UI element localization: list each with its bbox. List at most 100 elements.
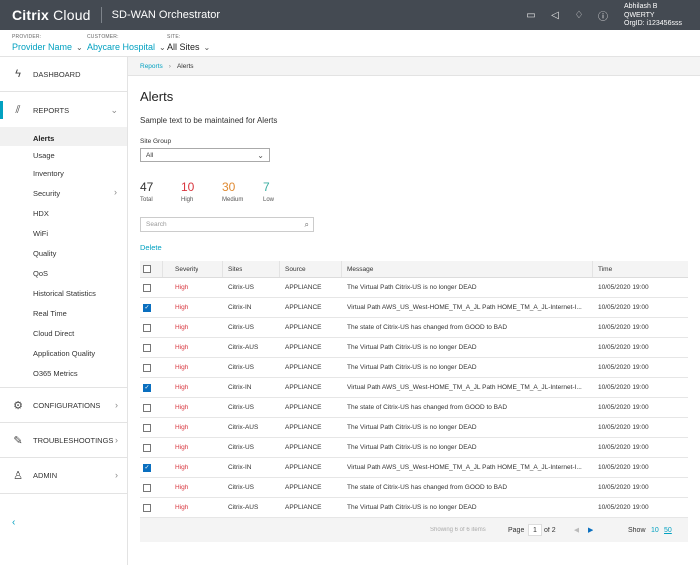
chart-icon: ⫽	[15, 103, 21, 116]
cell-severity: High	[175, 424, 189, 431]
table-row[interactable]: High Citrix-US APPLIANCE The state of Citri…	[140, 398, 688, 418]
delete-button[interactable]: Delete	[140, 243, 162, 252]
table-row[interactable]: High Citrix-US APPLIANCE The Virtual Path C…	[140, 358, 688, 378]
page-number-input[interactable]: 1	[528, 524, 542, 536]
row-checkbox[interactable]	[143, 343, 151, 352]
col-sites[interactable]: Sites	[228, 266, 242, 273]
column-divider	[341, 261, 342, 277]
table-row[interactable]: High Citrix-AUS APPLIANCE The Virtual Path …	[140, 498, 688, 518]
row-checkbox[interactable]	[143, 483, 151, 492]
table-row[interactable]: High Citrix-US APPLIANCE The Virtual Path C…	[140, 438, 688, 458]
nav-reports[interactable]: ⫽ REPORTS ⌄	[0, 101, 128, 119]
select-all-checkbox[interactable]	[143, 265, 151, 273]
sidebar-item-usage[interactable]: Usage	[33, 151, 123, 160]
chevron-down-icon: ⌄	[159, 42, 166, 52]
table-row[interactable]: ✓ High Citrix-IN APPLIANCE Virtual Path AWS_…	[140, 378, 688, 398]
row-checkbox[interactable]: ✓	[143, 303, 151, 312]
megaphone-icon[interactable]: ◁	[548, 8, 562, 22]
count-total-value: 47	[140, 180, 154, 194]
sidebar-item-quality[interactable]: Quality	[33, 249, 123, 258]
sidebar-item-qos[interactable]: QoS	[33, 269, 123, 278]
page-size-10[interactable]: 10	[651, 527, 659, 534]
site-selector[interactable]: SITE: All Sites ⌄	[167, 34, 210, 52]
customer-selector[interactable]: CUSTOMER: Abycare Hospital ⌄	[87, 34, 166, 52]
sidebar-item-wifi[interactable]: WiFi	[33, 229, 123, 238]
table-row[interactable]: High Citrix-AUS APPLIANCE The Virtual Path …	[140, 418, 688, 438]
site-group-select[interactable]: All ⌄	[140, 148, 270, 162]
sidebar-item-historical-statistics[interactable]: Historical Statistics	[33, 289, 123, 298]
sidebar-item-inventory[interactable]: Inventory	[33, 169, 123, 178]
user-org: QWERTY	[624, 11, 655, 19]
row-checkbox[interactable]	[143, 283, 151, 292]
chat-icon[interactable]: ▭	[524, 8, 538, 22]
breadcrumb-reports[interactable]: Reports	[140, 63, 163, 70]
next-page-icon[interactable]: ▶	[588, 526, 593, 534]
row-checkbox[interactable]: ✓	[143, 463, 151, 472]
sidebar-item-hdx[interactable]: HDX	[33, 209, 123, 218]
checkbox-box	[143, 323, 151, 332]
nav-troubleshootings-label: TROUBLESHOOTINGS	[33, 435, 114, 445]
table-row[interactable]: High Citrix-AUS APPLIANCE The Virtual Path …	[140, 338, 688, 358]
help-icon[interactable]: ⓘ	[596, 8, 610, 23]
cell-source: APPLIANCE	[285, 504, 322, 511]
table-row[interactable]: High Citrix-US APPLIANCE The Virtual Path C…	[140, 278, 688, 298]
col-message[interactable]: Message	[347, 266, 583, 273]
brand-logo[interactable]: Citrix Cloud	[0, 7, 91, 23]
col-source[interactable]: Source	[285, 266, 306, 273]
nav-configurations[interactable]: ⚙ CONFIGURATIONS ›	[0, 398, 128, 412]
cell-message: Virtual Path AWS_US_West-HOME_TM_A_JL Pa…	[347, 384, 582, 391]
count-total-label: Total	[140, 197, 153, 203]
col-severity[interactable]: Severity	[175, 266, 198, 273]
count-high-value: 10	[181, 180, 195, 194]
table-row[interactable]: High Citrix-US APPLIANCE The state of Citri…	[140, 478, 688, 498]
sidebar-item-security[interactable]: Security	[33, 189, 123, 198]
row-checkbox[interactable]	[143, 443, 151, 452]
customer-value-row: Abycare Hospital ⌄	[87, 42, 166, 52]
row-checkbox[interactable]	[143, 323, 151, 332]
cell-severity: High	[175, 404, 189, 411]
gear-icon: ⚙	[13, 399, 23, 412]
sidebar-item-o365-metrics[interactable]: O365 Metrics	[33, 369, 123, 378]
search-icon[interactable]: ⌕	[305, 220, 309, 230]
context-bar: PROVIDER: Provider Name ⌄ CUSTOMER: Abyca…	[0, 30, 700, 57]
sidebar-item-cloud-direct[interactable]: Cloud Direct	[33, 329, 123, 338]
cell-source: APPLIANCE	[285, 404, 322, 411]
table-header: Severity Sites Source Message Time	[140, 261, 688, 278]
cell-severity: High	[175, 464, 189, 471]
cell-severity: High	[175, 284, 189, 291]
collapse-sidebar-icon[interactable]: ‹	[12, 517, 15, 528]
page-size-50[interactable]: 50	[664, 527, 672, 534]
prev-page-icon[interactable]: ◀	[574, 526, 579, 534]
search-input[interactable]	[146, 221, 296, 228]
checkbox-box	[143, 363, 151, 372]
cell-message: The state of Citrix-US has changed from …	[347, 404, 508, 411]
sidebar-item-alerts[interactable]: Alerts	[33, 134, 123, 143]
row-checkbox[interactable]	[143, 403, 151, 412]
row-checkbox[interactable]	[143, 503, 151, 512]
provider-value-row: Provider Name ⌄	[12, 42, 83, 52]
table-row[interactable]: High Citrix-US APPLIANCE The state of Citri…	[140, 318, 688, 338]
row-checkbox[interactable]	[143, 363, 151, 372]
page-title: Alerts	[140, 89, 174, 104]
provider-selector[interactable]: PROVIDER: Provider Name ⌄	[12, 34, 83, 52]
nav-reports-label: REPORTS	[33, 105, 70, 115]
nav-admin-label: ADMIN	[33, 470, 58, 480]
col-time[interactable]: Time	[598, 266, 612, 273]
cell-message: The state of Citrix-US has changed from …	[347, 324, 508, 331]
table-row[interactable]: ✓ High Citrix-IN APPLIANCE Virtual Path AWS_…	[140, 298, 688, 318]
row-checkbox[interactable]: ✓	[143, 383, 151, 392]
brand-divider	[100, 7, 102, 23]
count-high-label: High	[181, 197, 194, 203]
sidebar-item-application-quality[interactable]: Application Quality	[33, 349, 123, 358]
row-checkbox[interactable]	[143, 423, 151, 432]
chevron-right-icon: ›	[115, 400, 118, 410]
user-menu[interactable]: Abhilash B QWERTY OrgID: i123456sss	[624, 3, 682, 29]
cell-message: The Virtual Path Citrix-US is no longer …	[347, 364, 477, 371]
nav-admin[interactable]: ♙ ADMIN ›	[0, 468, 128, 482]
chevron-right-icon: ›	[168, 62, 171, 70]
bell-icon[interactable]: ♢	[572, 8, 586, 22]
nav-troubleshootings[interactable]: ✎ TROUBLESHOOTINGS ›	[0, 433, 128, 447]
sidebar-item-real-time[interactable]: Real Time	[33, 309, 123, 318]
nav-dashboard[interactable]: ϟ DASHBOARD	[0, 67, 128, 81]
table-row[interactable]: ✓ High Citrix-IN APPLIANCE Virtual Path AWS_…	[140, 458, 688, 478]
